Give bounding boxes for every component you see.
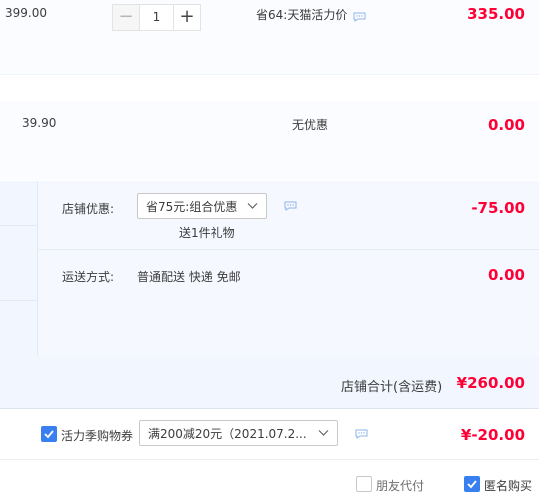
coupon-row: 活力季购物券 满200减20元（2021.07.2... ¥-20.00 [0,409,539,460]
item-total: 335.00 [467,5,525,23]
friend-pay-checkbox[interactable] [356,476,372,492]
shipping-method: 普通配送 快递 免邮 [137,270,241,284]
decrease-quantity-button[interactable]: − [112,4,140,31]
promo-text: 省64:天猫活力价 [256,8,348,22]
quantity-stepper: − 1 + [112,4,201,31]
friend-pay-label: 朋友代付 [376,479,425,493]
order-item-row: 39.90 无优惠 0.00 [0,101,539,180]
order-item-row: 399.00 − 1 + 省64:天猫活力价 335.00 [0,0,539,75]
message-icon[interactable] [284,201,297,211]
shop-discount-select[interactable]: 省75元:组合优惠 [137,193,267,219]
divider [0,300,37,301]
increase-quantity-button[interactable]: + [173,4,201,31]
order-options-row: 朋友代付 匿名购买 [0,460,539,504]
divider [0,225,37,226]
item-total: 0.00 [487,116,525,134]
gift-text: 送1件礼物 [179,226,235,240]
shop-detail-panel: 店铺优惠: 省75元:组合优惠 送1件礼物 -75.00 运送方式: 普通配送 … [38,181,539,356]
chevron-down-icon [247,200,258,211]
subtotal-amount: ¥260.00 [456,374,525,392]
shop-discount-select-value: 省75元:组合优惠 [146,199,238,214]
coupon-label: 活力季购物券 [61,429,134,443]
message-icon[interactable] [353,12,366,22]
shipping-amount: 0.00 [487,266,525,284]
divider [38,249,539,250]
shop-left-column [0,181,38,356]
shop-discount-label: 店铺优惠: [62,202,115,216]
shop-summary: 店铺优惠: 省75元:组合优惠 送1件礼物 -75.00 运送方式: 普通配送 … [0,181,539,356]
shop-subtotal-row: 店铺合计(含运费) ¥260.00 [0,356,539,409]
coupon-amount: ¥-20.00 [460,426,525,444]
coupon-select-value: 满200减20元（2021.07.2... [148,426,307,441]
coupon-checkbox[interactable] [41,426,57,442]
unit-price: 399.00 [5,6,47,20]
message-icon[interactable] [355,429,368,439]
coupon-select[interactable]: 满200减20元（2021.07.2... [139,420,338,446]
shipping-label: 运送方式: [62,270,115,284]
promo-text: 无优惠 [292,118,329,132]
quantity-input[interactable]: 1 [140,4,173,31]
subtotal-label: 店铺合计(含运费) [341,380,443,395]
unit-price: 39.90 [22,116,57,130]
anonymous-label: 匿名购买 [484,479,533,493]
shop-discount-amount: -75.00 [471,199,525,217]
anonymous-checkbox[interactable] [464,476,480,492]
chevron-down-icon [318,427,329,438]
item-separator [0,75,539,101]
